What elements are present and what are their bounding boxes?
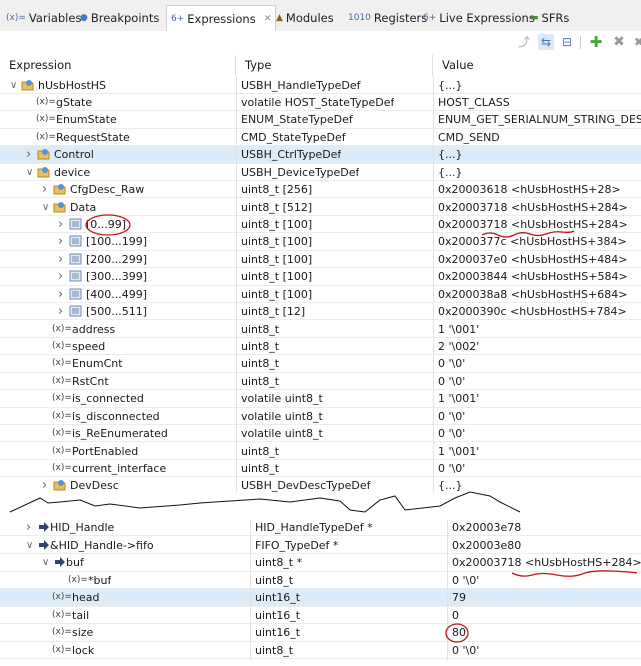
annotation-circle: [445, 623, 469, 643]
annotation-overlay: [0, 214, 641, 643]
annotation-underline: [481, 230, 575, 238]
annotation-circle: [85, 214, 131, 236]
annotation-underline: [511, 570, 638, 577]
tear-gap: [0, 492, 641, 516]
